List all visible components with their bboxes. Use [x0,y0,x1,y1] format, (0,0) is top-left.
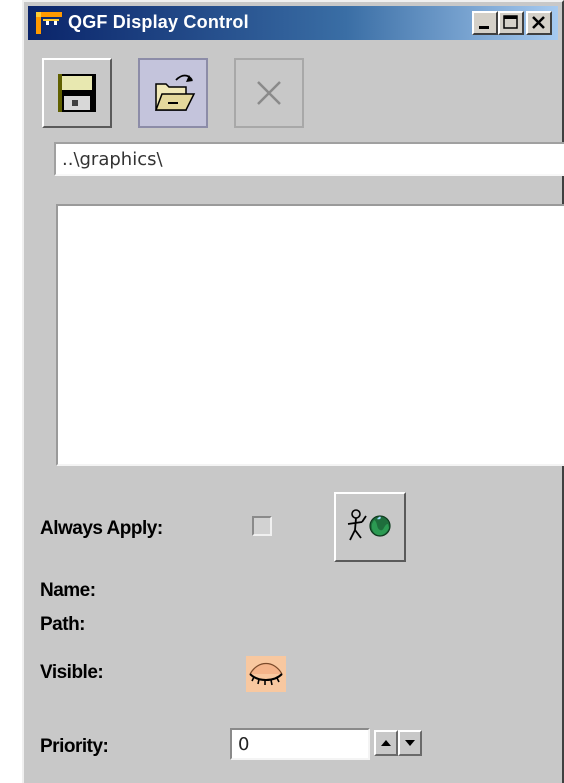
priority-up-button[interactable] [374,730,398,756]
always-apply-checkbox[interactable] [252,516,272,536]
save-button[interactable] [42,58,112,128]
maximize-button[interactable] [498,11,524,35]
priority-down-button[interactable] [398,730,422,756]
open-button[interactable] [138,58,208,128]
app-icon [34,10,64,36]
path-label: Path: [40,614,86,635]
visible-label: Visible: [40,662,104,683]
run-to-globe-icon [347,509,391,541]
delete-button[interactable] [234,58,304,128]
minimize-icon [479,26,489,29]
name-label: Name: [40,580,96,601]
close-icon [532,16,545,29]
priority-input[interactable]: 0 [230,728,370,760]
x-icon [257,81,281,105]
always-apply-label: Always Apply: [40,518,163,539]
file-list[interactable] [56,204,564,466]
arrow-down-icon [405,740,415,746]
arrow-up-icon [381,740,391,746]
window-title: QGF Display Control [68,12,249,32]
minimize-button[interactable] [472,11,498,35]
floppy-disk-icon [58,74,96,112]
close-button[interactable] [526,11,552,35]
priority-label: Priority: [40,736,109,757]
qgf-display-control-window: QGF Display Control ..\graphics\ Always … [22,0,564,783]
maximize-icon [503,15,518,29]
title-bar[interactable]: QGF Display Control [28,6,558,40]
apply-button[interactable] [334,492,406,562]
open-folder-icon [154,74,196,111]
path-field[interactable]: ..\graphics\ [54,142,564,176]
closed-eye-icon[interactable] [246,656,286,692]
